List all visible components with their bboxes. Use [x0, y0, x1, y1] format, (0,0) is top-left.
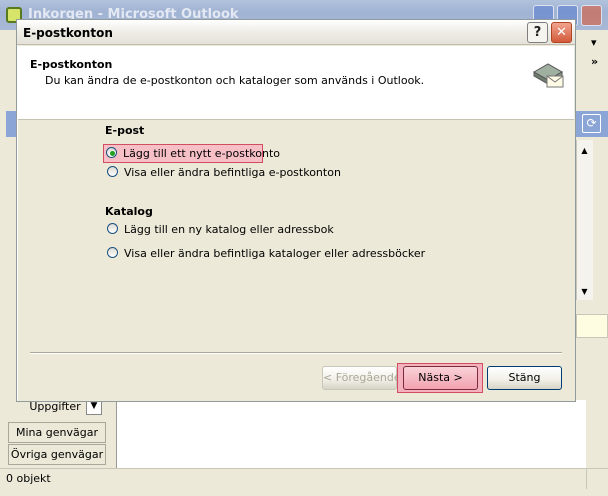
refresh-icon[interactable]: ⟳ — [582, 114, 601, 133]
status-bar-grip — [586, 468, 608, 489]
radio-dot-icon — [110, 151, 115, 156]
radio-label: Lägg till en ny katalog eller adressbok — [124, 223, 334, 236]
window-close-button[interactable] — [581, 5, 602, 26]
close-button[interactable]: Stäng — [487, 366, 562, 390]
radio-label: Visa eller ändra befintliga kataloger el… — [124, 247, 426, 260]
info-bar — [576, 314, 608, 338]
chevron-down-icon[interactable]: ▾ — [591, 36, 597, 49]
scroll-up-icon[interactable]: ▲ — [576, 142, 593, 159]
radio-label: Lägg till ett nytt e-postkonto — [123, 147, 281, 160]
dialog-separator — [30, 352, 562, 354]
status-text: 0 objekt — [6, 472, 51, 485]
header-subtitle: Du kan ändra de e-postkonton och katalog… — [45, 74, 425, 87]
radio-button[interactable] — [107, 247, 118, 258]
email-accounts-dialog: E-postkonton ? ✕ E-postkonton Du kan änd… — [16, 19, 576, 402]
dialog-body: E-post Lägg till ett nytt e-postkonto Vi… — [18, 121, 574, 351]
catalog-group-heading: Katalog — [105, 205, 153, 218]
my-shortcuts-button[interactable]: Mina genvägar — [8, 422, 106, 443]
vertical-scrollbar[interactable] — [576, 140, 593, 300]
radio-button[interactable] — [107, 166, 118, 177]
dialog-title: E-postkonton — [23, 26, 113, 40]
back-button[interactable]: < Föregående — [322, 366, 401, 390]
content-pane — [116, 400, 586, 468]
dialog-close-button[interactable]: ✕ — [551, 22, 572, 43]
radio-add-new-email-account[interactable]: Lägg till ett nytt e-postkonto — [103, 144, 280, 163]
scroll-down-icon[interactable]: ▼ — [576, 283, 593, 300]
dialog-header: E-postkonton Du kan ändra de e-postkonto… — [18, 46, 574, 120]
email-accounts-icon — [532, 63, 564, 88]
help-button[interactable]: ? — [527, 22, 548, 43]
next-button[interactable]: Nästa > — [403, 366, 478, 390]
close-icon: ✕ — [556, 25, 567, 40]
status-bar: 0 objekt — [0, 468, 608, 489]
radio-button[interactable] — [107, 223, 118, 234]
dialog-titlebar: E-postkonton ? ✕ — [17, 20, 575, 45]
header-title: E-postkonton — [30, 58, 113, 71]
other-shortcuts-button[interactable]: Övriga genvägar — [8, 444, 106, 465]
radio-button-selected[interactable] — [106, 147, 117, 158]
email-group-heading: E-post — [105, 124, 145, 137]
radio-label: Visa eller ändra befintliga e-postkonton — [124, 166, 341, 179]
toolbar-overflow-icon[interactable]: » — [591, 55, 598, 68]
